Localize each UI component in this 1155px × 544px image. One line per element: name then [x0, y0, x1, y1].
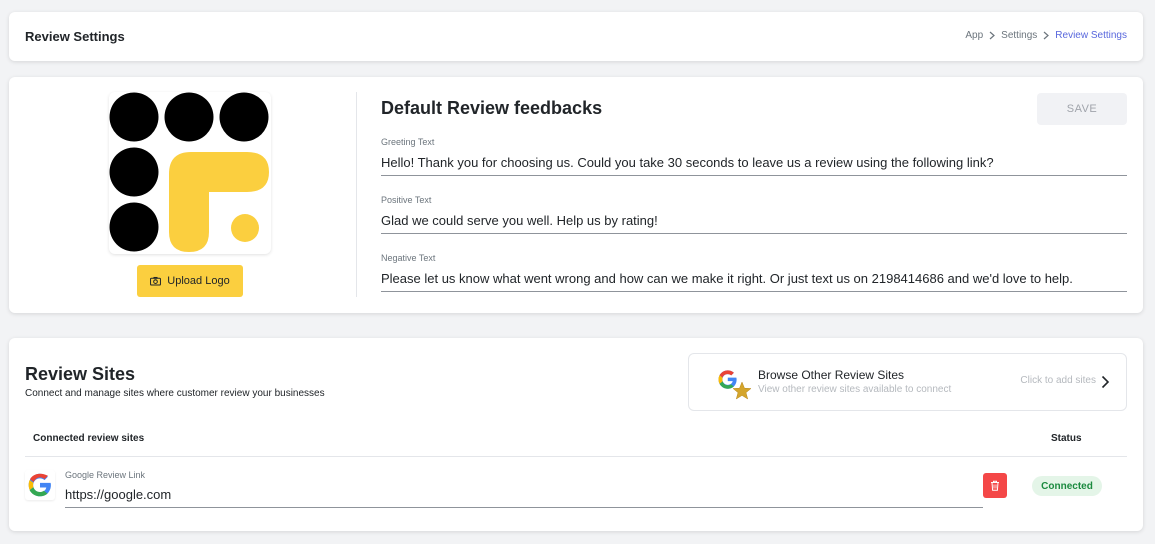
breadcrumb-item-settings[interactable]: Settings [1001, 30, 1037, 41]
positive-text-input[interactable] [381, 213, 1127, 234]
breadcrumb: App Settings Review Settings [965, 30, 1127, 41]
page-header: Review Settings App Settings Review Sett… [9, 12, 1143, 61]
upload-logo-button[interactable]: Upload Logo [137, 265, 243, 297]
section-divider [356, 92, 357, 297]
greeting-text-input[interactable] [381, 155, 1127, 176]
google-review-link-input[interactable] [65, 487, 983, 508]
review-sites-title: Review Sites [25, 364, 136, 384]
google-review-link-field: Google Review Link [65, 470, 983, 508]
trash-icon [991, 480, 999, 491]
chevron-right-icon [1101, 375, 1110, 389]
camera-icon [150, 276, 162, 286]
browse-title: Browse Other Review Sites [758, 368, 905, 382]
breadcrumb-item-review-settings: Review Settings [1055, 30, 1127, 41]
table-divider [25, 456, 1127, 457]
delete-site-button[interactable] [983, 473, 1007, 498]
logo-image [109, 92, 269, 252]
feedback-title: Default Review feedbacks [381, 98, 603, 118]
positive-text-field: Positive Text [381, 195, 1127, 234]
negative-text-label: Negative Text [381, 253, 436, 263]
browse-review-sites-button[interactable]: Browse Other Review Sites View other rev… [688, 353, 1127, 411]
review-sites-subtitle: Connect and manage sites where customer … [25, 388, 325, 399]
greeting-text-field: Greeting Text [381, 137, 1127, 176]
google-review-link-label: Google Review Link [65, 470, 146, 480]
chevron-right-icon [989, 31, 996, 40]
column-header-connected: Connected review sites [33, 433, 145, 444]
greeting-text-label: Greeting Text [381, 137, 435, 147]
positive-text-label: Positive Text [381, 195, 432, 205]
google-star-icon [718, 370, 752, 400]
column-header-status: Status [1051, 433, 1082, 444]
negative-text-field: Negative Text [381, 253, 1127, 292]
business-logo [109, 92, 271, 254]
chevron-right-icon [1043, 31, 1050, 40]
negative-text-input[interactable] [381, 271, 1127, 292]
feedback-card: Upload Logo Default Review feedbacks SAV… [9, 77, 1143, 313]
save-button[interactable]: SAVE [1037, 93, 1127, 125]
browse-subtitle: View other review sites available to con… [758, 384, 952, 395]
breadcrumb-item-app[interactable]: App [965, 30, 983, 41]
review-sites-card: Review Sites Connect and manage sites wh… [9, 338, 1143, 531]
table-row: Google Review Link Connected [25, 466, 1127, 510]
browse-cta: Click to add sites [1020, 375, 1096, 386]
status-badge: Connected [1032, 476, 1102, 496]
upload-logo-label: Upload Logo [167, 275, 230, 287]
page-title: Review Settings [25, 29, 125, 44]
google-icon [25, 470, 55, 500]
